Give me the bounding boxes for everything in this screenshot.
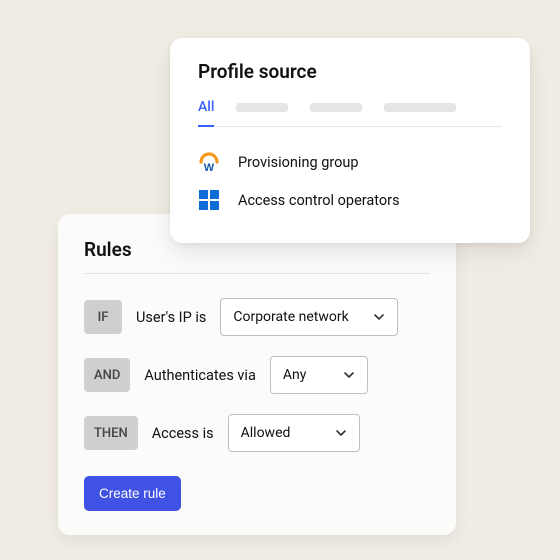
select-access[interactable]: Allowed <box>228 414 360 452</box>
windows-icon <box>198 189 220 211</box>
tab-placeholder[interactable] <box>384 103 456 112</box>
operator-chip-and: AND <box>84 358 130 392</box>
rule-text: Authenticates via <box>144 367 256 384</box>
tab-placeholder[interactable] <box>236 103 288 112</box>
operator-chip-if: IF <box>84 300 122 334</box>
select-value: Any <box>283 367 307 383</box>
tab-placeholder[interactable] <box>310 103 362 112</box>
select-value: Corporate network <box>233 309 348 325</box>
rule-row-if: IF User's IP is Corporate network <box>84 298 430 336</box>
chevron-down-icon <box>335 427 347 439</box>
select-ip[interactable]: Corporate network <box>220 298 398 336</box>
source-label: Access control operators <box>238 192 400 209</box>
profile-source-panel: Profile source All W Provisioning group <box>170 38 530 243</box>
source-item-provisioning[interactable]: W Provisioning group <box>198 143 502 181</box>
rule-row-and: AND Authenticates via Any <box>84 356 430 394</box>
rule-text: User's IP is <box>136 309 206 326</box>
operator-chip-then: THEN <box>84 416 138 450</box>
rule-row-then: THEN Access is Allowed <box>84 414 430 452</box>
chevron-down-icon <box>373 311 385 323</box>
select-auth[interactable]: Any <box>270 356 368 394</box>
divider <box>84 273 430 274</box>
source-list: W Provisioning group Access control oper… <box>198 143 502 219</box>
svg-text:W: W <box>204 162 215 173</box>
tabs: All <box>198 99 502 127</box>
source-label: Provisioning group <box>238 154 359 171</box>
workday-icon: W <box>198 151 220 173</box>
source-item-access-control[interactable]: Access control operators <box>198 181 502 219</box>
create-rule-button[interactable]: Create rule <box>84 476 181 511</box>
select-value: Allowed <box>241 425 291 441</box>
profile-source-title: Profile source <box>198 60 502 83</box>
rules-panel: Rules IF User's IP is Corporate network … <box>58 214 456 535</box>
rule-text: Access is <box>152 425 214 442</box>
tab-all[interactable]: All <box>198 99 214 127</box>
chevron-down-icon <box>343 369 355 381</box>
